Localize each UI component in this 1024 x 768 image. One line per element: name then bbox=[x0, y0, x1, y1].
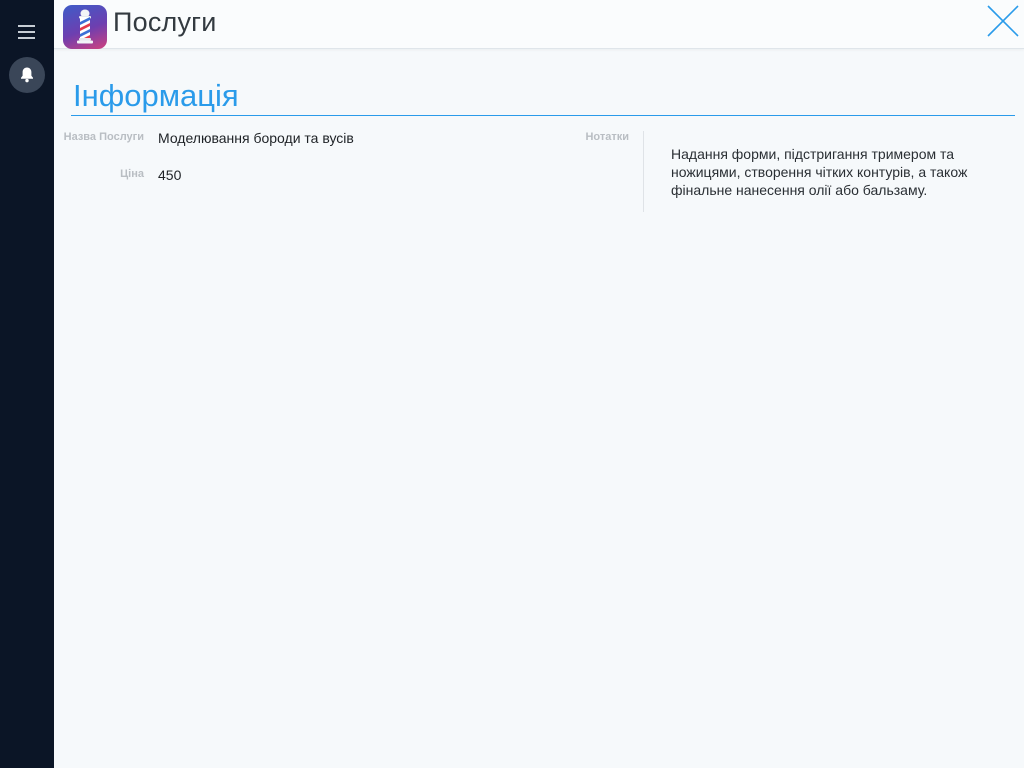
notes-label: Нотатки bbox=[585, 131, 629, 143]
close-icon bbox=[987, 5, 1019, 37]
notifications-button[interactable] bbox=[9, 57, 45, 93]
notes-value: Надання форми, підстригання тримером та … bbox=[671, 146, 968, 198]
app-logo bbox=[63, 5, 107, 49]
column-divider bbox=[643, 131, 644, 212]
menu-button[interactable] bbox=[14, 20, 40, 44]
barber-pole-icon bbox=[77, 9, 93, 44]
bell-icon bbox=[21, 67, 33, 83]
section-divider bbox=[71, 115, 1015, 116]
page-title: Послуги bbox=[113, 7, 217, 37]
menu-icon bbox=[18, 25, 35, 39]
service-name-label: Назва Послуги bbox=[63, 131, 144, 143]
price-label: Ціна bbox=[120, 168, 144, 180]
section-title: Інформація bbox=[73, 78, 239, 113]
price-value: 450 bbox=[158, 167, 182, 183]
sidebar bbox=[0, 0, 54, 768]
service-name-value: Моделювання бороди та вусів bbox=[158, 130, 354, 146]
close-button[interactable] bbox=[986, 4, 1020, 38]
top-bar: Послуги bbox=[54, 0, 1024, 49]
